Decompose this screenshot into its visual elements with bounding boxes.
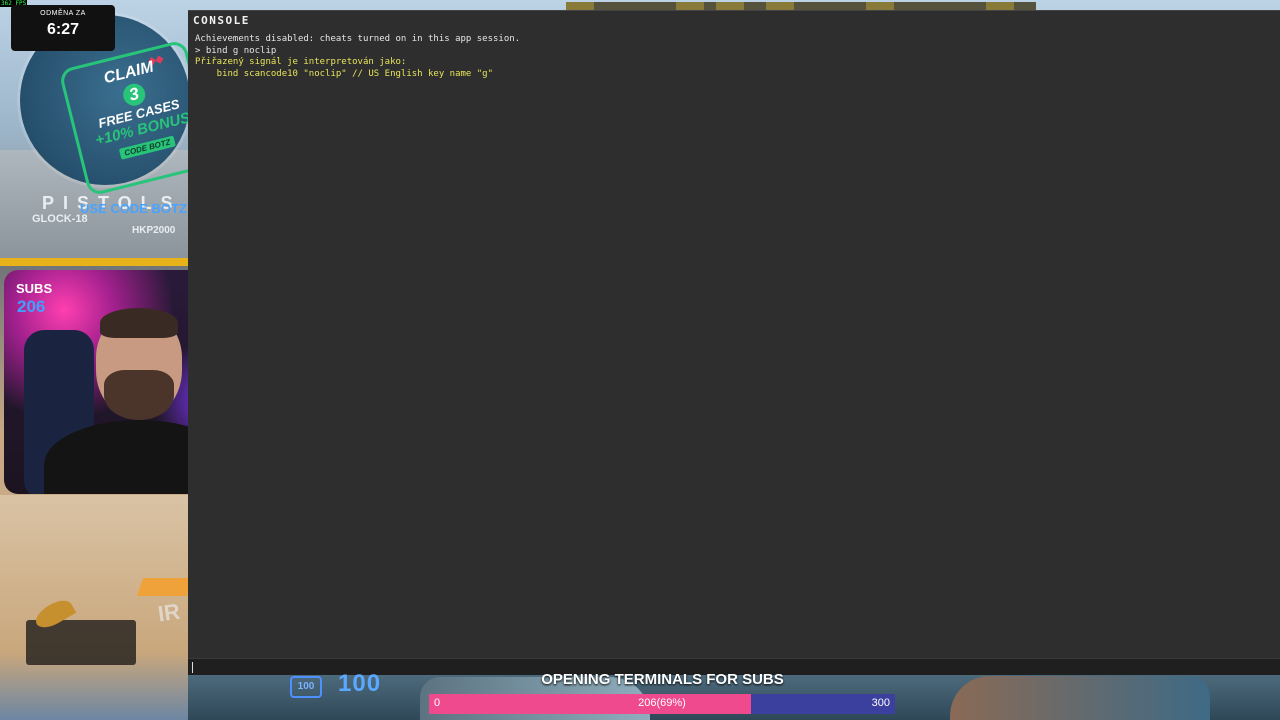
streamer-hair <box>100 308 178 338</box>
subs-count: 206 <box>17 297 46 316</box>
wall-stripe <box>0 258 190 266</box>
text-caret <box>192 662 193 673</box>
console-line: > bind g noclip <box>195 45 277 56</box>
streamer-beard <box>104 370 174 420</box>
use-code-text: USE CODE BOTZ <box>80 201 187 216</box>
developer-console: CONSOLE Achievements disabled: cheats tu… <box>188 10 1280 677</box>
player-hand-right <box>950 676 1210 720</box>
sub-goal-bar: 0 206(69%) 300 <box>429 694 895 714</box>
sub-goal-max: 300 <box>871 697 890 709</box>
sub-goal-current: 206(69%) <box>638 697 686 709</box>
console-line: Achievements disabled: cheats turned on … <box>195 34 521 44</box>
floor-letters: IR <box>156 598 182 627</box>
subs-label: SUBS <box>16 281 53 296</box>
console-output: Achievements disabled: cheats turned on … <box>195 34 520 80</box>
console-line: bind scancode10 "noclip" // US English k… <box>195 68 494 79</box>
floor-marking <box>136 578 194 596</box>
armor-icon: 100 <box>290 676 322 698</box>
timer-label: ODMĚNA ZA <box>40 10 86 17</box>
sub-goal-title: OPENING TERMINALS FOR SUBS <box>541 671 784 688</box>
console-line: Přiřazený signál je interpretován jako: <box>195 57 407 67</box>
wall-label-hkp: HKP2000 <box>132 225 176 236</box>
timer-value: 6:27 <box>46 21 80 38</box>
reward-timer: ODMĚNA ZA 6:27 <box>11 5 115 51</box>
health-value: 100 <box>338 670 382 697</box>
console-title: CONSOLE <box>193 14 250 27</box>
